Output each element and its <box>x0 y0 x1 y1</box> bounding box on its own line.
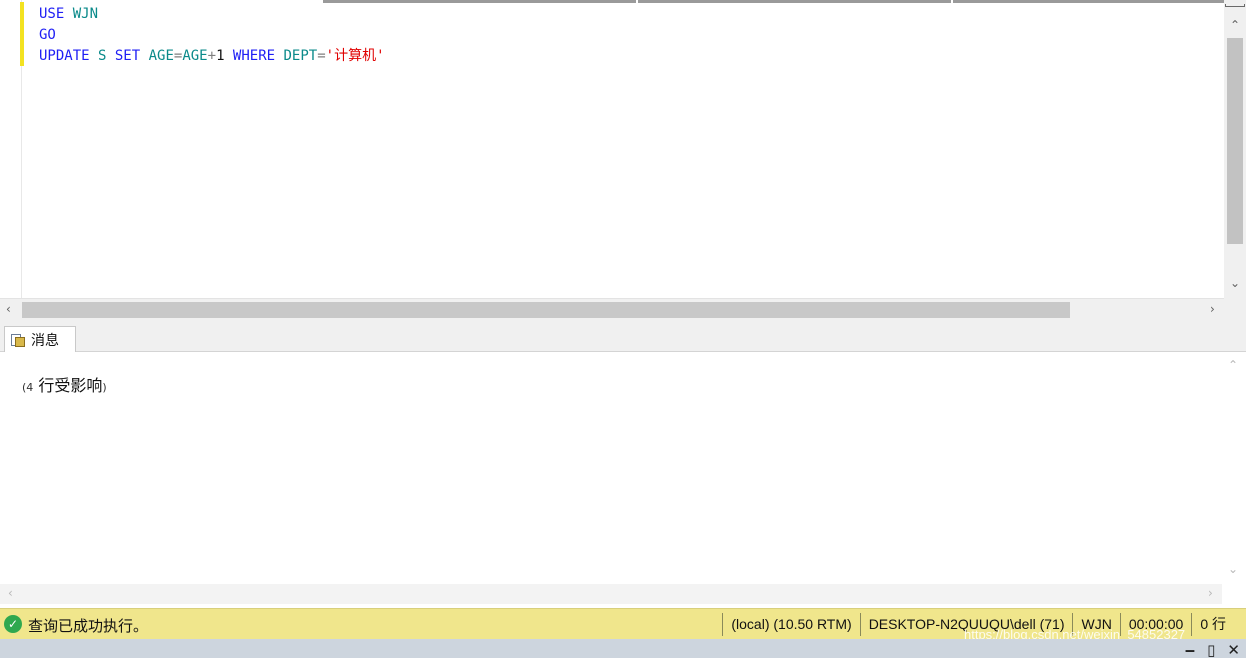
splitter-handle[interactable] <box>1225 4 1245 7</box>
code-token: S <box>89 48 115 64</box>
check-circle-icon: ✓ <box>4 615 22 633</box>
code-token: USE <box>39 6 65 22</box>
code-token: GO <box>39 27 56 43</box>
query-editor[interactable]: USE WJN GO UPDATE S SET AGE=AGE+1 WHERE DE… <box>0 0 1246 320</box>
rows-affected-message: (4 行受影响) <box>22 376 107 395</box>
messages-vertical-scrollbar[interactable]: ⌃ ⌄ <box>1222 352 1244 582</box>
tab-messages-label: 消息 <box>31 333 59 349</box>
editor-top-strip <box>0 0 1224 3</box>
code-token: UPDATE <box>39 48 90 64</box>
chevron-right-icon[interactable]: › <box>1208 586 1213 600</box>
close-icon[interactable]: ✕ <box>1227 641 1240 659</box>
chevron-left-icon[interactable]: ‹ <box>8 586 13 600</box>
code-token: AGE <box>182 48 208 64</box>
chevron-left-icon[interactable]: ‹ <box>6 302 11 316</box>
editor-horizontal-scrollbar[interactable]: ‹ › <box>0 298 1224 320</box>
chevron-right-icon[interactable]: › <box>1210 302 1215 316</box>
code-token: 1 <box>216 48 233 64</box>
window-controls: ‒ ▯ ✕ <box>1185 641 1240 659</box>
code-token: WJN <box>72 6 99 22</box>
code-line[interactable]: USE WJN <box>39 4 385 25</box>
restore-icon[interactable]: ▯ <box>1207 641 1215 659</box>
tab-messages[interactable]: 消息 <box>4 326 76 353</box>
change-tracking-bar <box>20 2 24 66</box>
messages-horizontal-scrollbar[interactable]: ‹ › <box>0 584 1222 604</box>
bottom-window-strip: ‒ ▯ ✕ <box>0 639 1246 659</box>
code-token: WHERE <box>232 48 276 64</box>
code-line[interactable]: GO <box>39 25 385 46</box>
chevron-down-icon[interactable]: ⌄ <box>1222 562 1244 576</box>
sql-code[interactable]: USE WJN GO UPDATE S SET AGE=AGE+1 WHERE DE… <box>39 4 385 67</box>
vertical-scroll-thumb[interactable] <box>1227 38 1243 244</box>
chevron-down-icon[interactable]: ⌄ <box>1224 276 1246 290</box>
code-token: AGE <box>140 48 174 64</box>
editor-vertical-scrollbar[interactable]: ⌃ ⌄ <box>1224 0 1246 298</box>
chevron-up-icon[interactable]: ⌃ <box>1224 18 1246 32</box>
code-token: = <box>317 48 326 64</box>
minimize-icon[interactable]: ‒ <box>1185 641 1195 659</box>
horizontal-scroll-thumb[interactable] <box>22 302 1070 318</box>
code-token: DEPT <box>275 48 318 64</box>
status-bar: ✓ 查询已成功执行。 (local) (10.50 RTM) DESKTOP-N… <box>0 608 1246 642</box>
code-line[interactable]: UPDATE S SET AGE=AGE+1 WHERE DEPT='计算机' <box>39 46 385 67</box>
status-message: 查询已成功执行。 <box>28 617 149 635</box>
code-token: '计算机' <box>325 48 385 64</box>
row-count: 0 行 <box>1191 613 1234 636</box>
results-tabstrip: 消息 <box>0 320 1246 353</box>
messages-pane[interactable]: (4 行受影响) ⌃ ⌄ ‹ › <box>0 352 1246 607</box>
chevron-up-icon[interactable]: ⌃ <box>1222 358 1244 372</box>
scroll-corner <box>1224 298 1246 320</box>
server-version: (local) (10.50 RTM) <box>722 613 859 636</box>
editor-gutter <box>0 0 22 298</box>
messages-icon <box>11 333 25 347</box>
code-token: + <box>207 48 217 64</box>
code-token: SET <box>114 48 141 64</box>
